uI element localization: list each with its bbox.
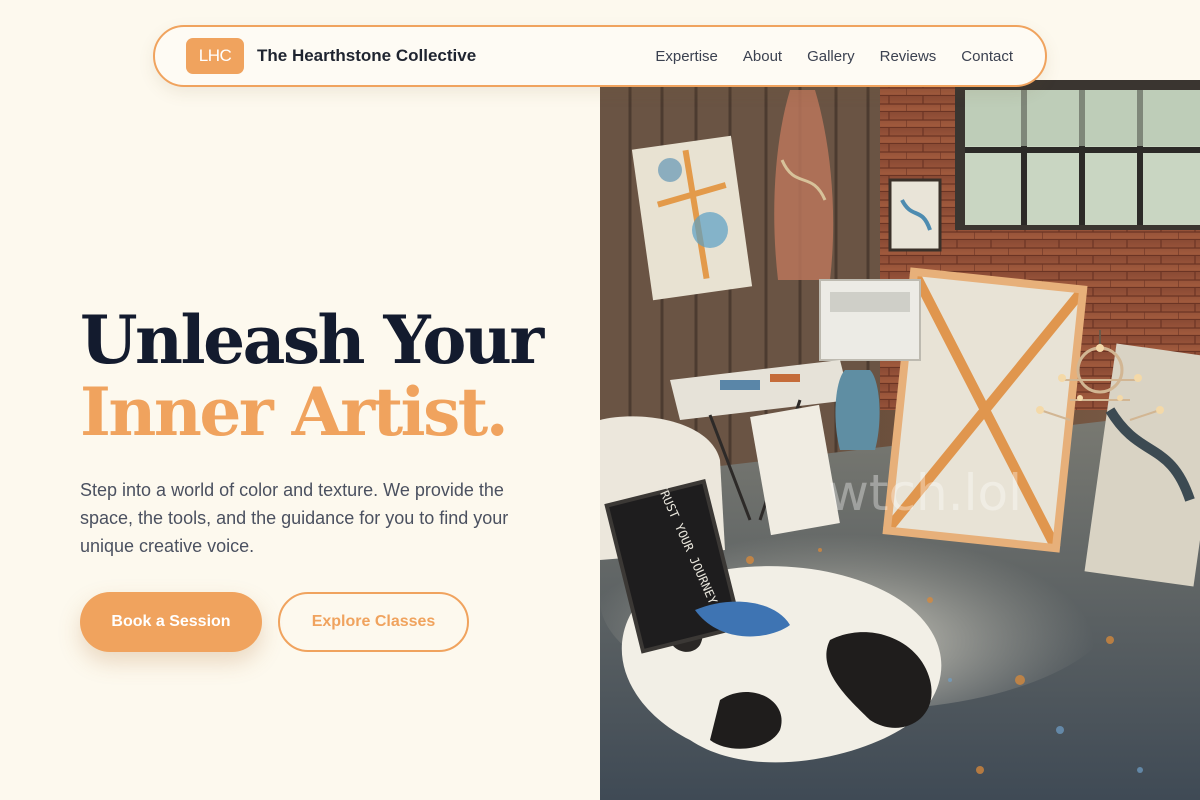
studio-window [955, 80, 1200, 230]
brand-name[interactable]: The Hearthstone Collective [257, 46, 476, 66]
nav-link-reviews[interactable]: Reviews [880, 48, 937, 65]
blue-jug [835, 370, 880, 450]
nav-link-gallery[interactable]: Gallery [807, 48, 855, 65]
hero-title: Unleash Your Inner Artist. [80, 301, 544, 451]
nav-links: Expertise About Gallery Reviews Contact [655, 48, 1013, 65]
hero-description: Step into a world of color and texture. … [80, 480, 509, 556]
explore-classes-button[interactable]: Explore Classes [278, 592, 469, 652]
small-frame [888, 178, 942, 252]
watermark: wtch.lol [828, 464, 1022, 522]
logo-badge[interactable]: LHC [186, 38, 244, 74]
book-session-button[interactable]: Book a Session [80, 592, 262, 652]
hero-title-line-2: Inner Artist. [80, 373, 509, 451]
nav-link-expertise[interactable]: Expertise [655, 48, 718, 65]
nav-link-contact[interactable]: Contact [961, 48, 1013, 65]
nav-link-about[interactable]: About [743, 48, 782, 65]
brand[interactable]: LHC The Hearthstone Collective [186, 38, 476, 74]
hero-title-line-1: Unleash Your [80, 301, 544, 379]
art-studio-illustration: TRUST YOUR JOURNEY wtch.lol [600, 80, 1200, 800]
navbar: LHC The Hearthstone Collective Expertise… [153, 25, 1047, 87]
abstract-painting [631, 135, 753, 301]
hero-image: TRUST YOUR JOURNEY wtch.lol [600, 80, 1200, 800]
